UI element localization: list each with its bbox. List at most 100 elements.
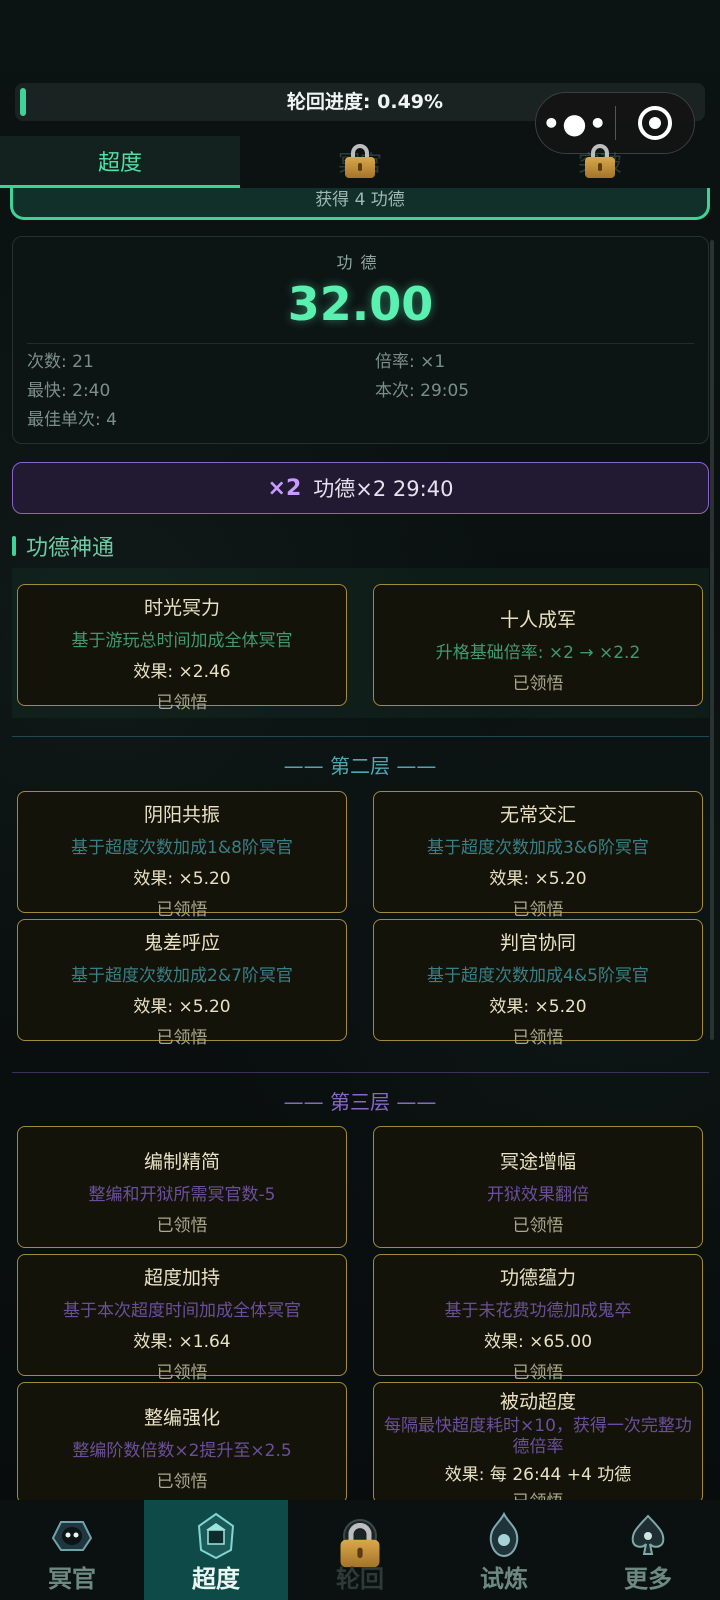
nav-lunhui[interactable]: 轮回: [288, 1500, 432, 1600]
lock-icon: [345, 144, 375, 178]
progress-label: 轮回进度: 0.49%: [286, 91, 444, 113]
skill-effect: 效果: 每 26:44 +4 功德: [444, 1465, 632, 1485]
section-title: 功德神通: [12, 530, 114, 562]
section-title-text: 功德神通: [26, 536, 115, 561]
tab-chaodu[interactable]: 超度: [0, 136, 240, 188]
skill-status: 已领悟: [512, 900, 564, 920]
skill-card[interactable]: 阴阳共振 基于超度次数加成1&8阶冥官 效果: ×5.20 已领悟: [17, 791, 347, 920]
lock-icon: [585, 144, 615, 178]
skill-card[interactable]: 鬼差呼应 基于超度次数加成2&7阶冥官 效果: ×5.20 已领悟: [17, 919, 347, 1048]
skill-desc: 开狱效果翻倍: [487, 1185, 589, 1205]
skill-card[interactable]: 时光冥力 基于游玩总时间加成全体冥官 效果: ×2.46 已领悟: [17, 584, 347, 713]
tier-divider: [12, 1072, 709, 1073]
stat-best-single: 最佳单次: 4: [27, 410, 117, 430]
skill-title: 被动超度: [499, 1391, 576, 1413]
skill-status: 已领悟: [512, 1028, 564, 1048]
nav-label: 冥官: [48, 1565, 96, 1593]
nav-label: 更多: [624, 1565, 672, 1593]
skill-effect: 效果: ×2.46: [133, 662, 231, 682]
ghost-emblem-icon: [51, 1521, 93, 1551]
skill-card[interactable]: 整编强化 整编阶数倍数×2提升至×2.5 已领悟: [17, 1382, 347, 1504]
boost-text: 功德×2 29:40: [313, 477, 454, 501]
skill-effect: 效果: ×5.20: [489, 869, 587, 889]
bottom-nav: 冥官 超度 轮回 试炼 更多: [0, 1500, 720, 1600]
nav-shilian[interactable]: 试炼: [432, 1500, 576, 1600]
skill-title: 超度加持: [143, 1267, 220, 1289]
skill-title: 功德蕴力: [499, 1267, 576, 1289]
nav-chaodu[interactable]: 超度: [144, 1500, 288, 1600]
skill-status: 已领悟: [512, 1363, 564, 1383]
skill-effect: 效果: ×1.64: [133, 1332, 231, 1352]
skill-desc: 基于超度次数加成4&5阶冥官: [427, 966, 649, 986]
skill-status: 已领悟: [512, 674, 564, 694]
flame-emblem-icon: [489, 1511, 519, 1558]
merit-boost-bar[interactable]: ×2 功德×2 29:40: [12, 462, 709, 514]
skill-desc: 每隔最快超度耗时×10，获得一次完整功德倍率: [384, 1416, 692, 1457]
skill-title: 编制精简: [143, 1151, 220, 1173]
boost-badge: ×2: [267, 475, 302, 501]
skill-card[interactable]: 超度加持 基于本次超度时间加成全体冥官 效果: ×1.64 已领悟: [17, 1254, 347, 1383]
nav-more[interactable]: 更多: [576, 1500, 720, 1600]
section-marker: [12, 536, 16, 556]
skill-title: 无常交汇: [499, 804, 576, 826]
skill-desc: 基于未花费功德加成鬼卒: [444, 1301, 632, 1321]
shrine-emblem-icon: [197, 1512, 235, 1560]
tier2-title: —— 第二层 ——: [283, 754, 437, 778]
stat-count: 次数: 21: [27, 352, 94, 372]
skill-card[interactable]: 冥途增幅 开狱效果翻倍 已领悟: [373, 1126, 703, 1248]
skill-status: 已领悟: [156, 1216, 208, 1236]
nav-label: 试炼: [480, 1565, 528, 1593]
skill-effect: 效果: ×5.20: [133, 869, 231, 889]
stat-fastest: 最快: 2:40: [27, 381, 111, 401]
tier3-title: —— 第三层 ——: [283, 1090, 437, 1114]
skill-desc: 整编阶数倍数×2提升至×2.5: [72, 1441, 292, 1461]
skill-status: 已领悟: [156, 1028, 208, 1048]
skill-desc: 基于本次超度时间加成全体冥官: [63, 1301, 301, 1321]
skill-effect: 效果: ×5.20: [489, 997, 587, 1017]
merit-panel: 功德 32.00 次数: 21 最快: 2:40 最佳单次: 4 倍率: ×1 …: [12, 236, 709, 444]
skill-title: 冥途增幅: [499, 1151, 576, 1173]
reward-strip: 获得 4 功德: [10, 188, 710, 220]
skill-title: 十人成军: [499, 609, 576, 631]
skill-status: 已领悟: [512, 1216, 564, 1236]
nav-mingguan[interactable]: 冥官: [0, 1500, 144, 1600]
skill-effect: 效果: ×65.00: [483, 1332, 593, 1352]
spade-emblem-icon: [631, 1514, 665, 1555]
skill-status: 已领悟: [156, 1472, 208, 1492]
close-target-icon[interactable]: [616, 106, 694, 140]
skill-card[interactable]: 判官协同 基于超度次数加成4&5阶冥官 效果: ×5.20 已领悟: [373, 919, 703, 1048]
skill-card[interactable]: 十人成军 升格基础倍率: ×2 → ×2.2 已领悟: [373, 584, 703, 706]
stat-current: 本次: 29:05: [375, 381, 470, 401]
skill-status: 已领悟: [156, 1363, 208, 1383]
skill-card[interactable]: 无常交汇 基于超度次数加成3&6阶冥官 效果: ×5.20 已领悟: [373, 791, 703, 920]
skill-title: 判官协同: [499, 932, 576, 954]
skill-title: 阴阳共振: [143, 804, 220, 826]
skill-effect: 效果: ×5.20: [133, 997, 231, 1017]
skill-card[interactable]: 被动超度 每隔最快超度耗时×10，获得一次完整功德倍率 效果: 每 26:44 …: [373, 1382, 703, 1512]
divider: [27, 343, 694, 344]
skill-desc: 基于超度次数加成3&6阶冥官: [427, 838, 649, 858]
tab-tupo[interactable]: 突破: [480, 136, 720, 188]
tab-label: 超度: [97, 150, 142, 176]
skill-title: 鬼差呼应: [143, 932, 220, 954]
merit-value: 32.00: [287, 277, 434, 331]
tier-divider: [12, 736, 709, 737]
skill-card[interactable]: 功德蕴力 基于未花费功德加成鬼卒 效果: ×65.00 已领悟: [373, 1254, 703, 1383]
skill-desc: 整编和开狱所需冥官数-5: [88, 1185, 276, 1205]
skill-desc: 基于超度次数加成2&7阶冥官: [71, 966, 293, 986]
nav-label: 超度: [192, 1565, 240, 1593]
skill-status: 已领悟: [156, 900, 208, 920]
tab-mingguan[interactable]: 冥官: [240, 136, 480, 188]
skill-desc: 升格基础倍率: ×2 → ×2.2: [435, 643, 641, 663]
nav-label: 轮回: [336, 1565, 384, 1593]
merit-label: 功德: [336, 253, 385, 272]
skill-desc: 基于超度次数加成1&8阶冥官: [71, 838, 293, 858]
skill-title: 时光冥力: [143, 597, 220, 619]
skill-card[interactable]: 编制精简 整编和开狱所需冥官数-5 已领悟: [17, 1126, 347, 1248]
more-dots-icon[interactable]: •●•: [536, 107, 615, 140]
skill-status: 已领悟: [156, 693, 208, 713]
stat-multiplier: 倍率: ×1: [375, 352, 446, 372]
scrollbar[interactable]: [710, 240, 714, 1040]
skill-desc: 基于游玩总时间加成全体冥官: [71, 631, 293, 651]
top-tabs: 超度 冥官 突破: [0, 136, 720, 188]
